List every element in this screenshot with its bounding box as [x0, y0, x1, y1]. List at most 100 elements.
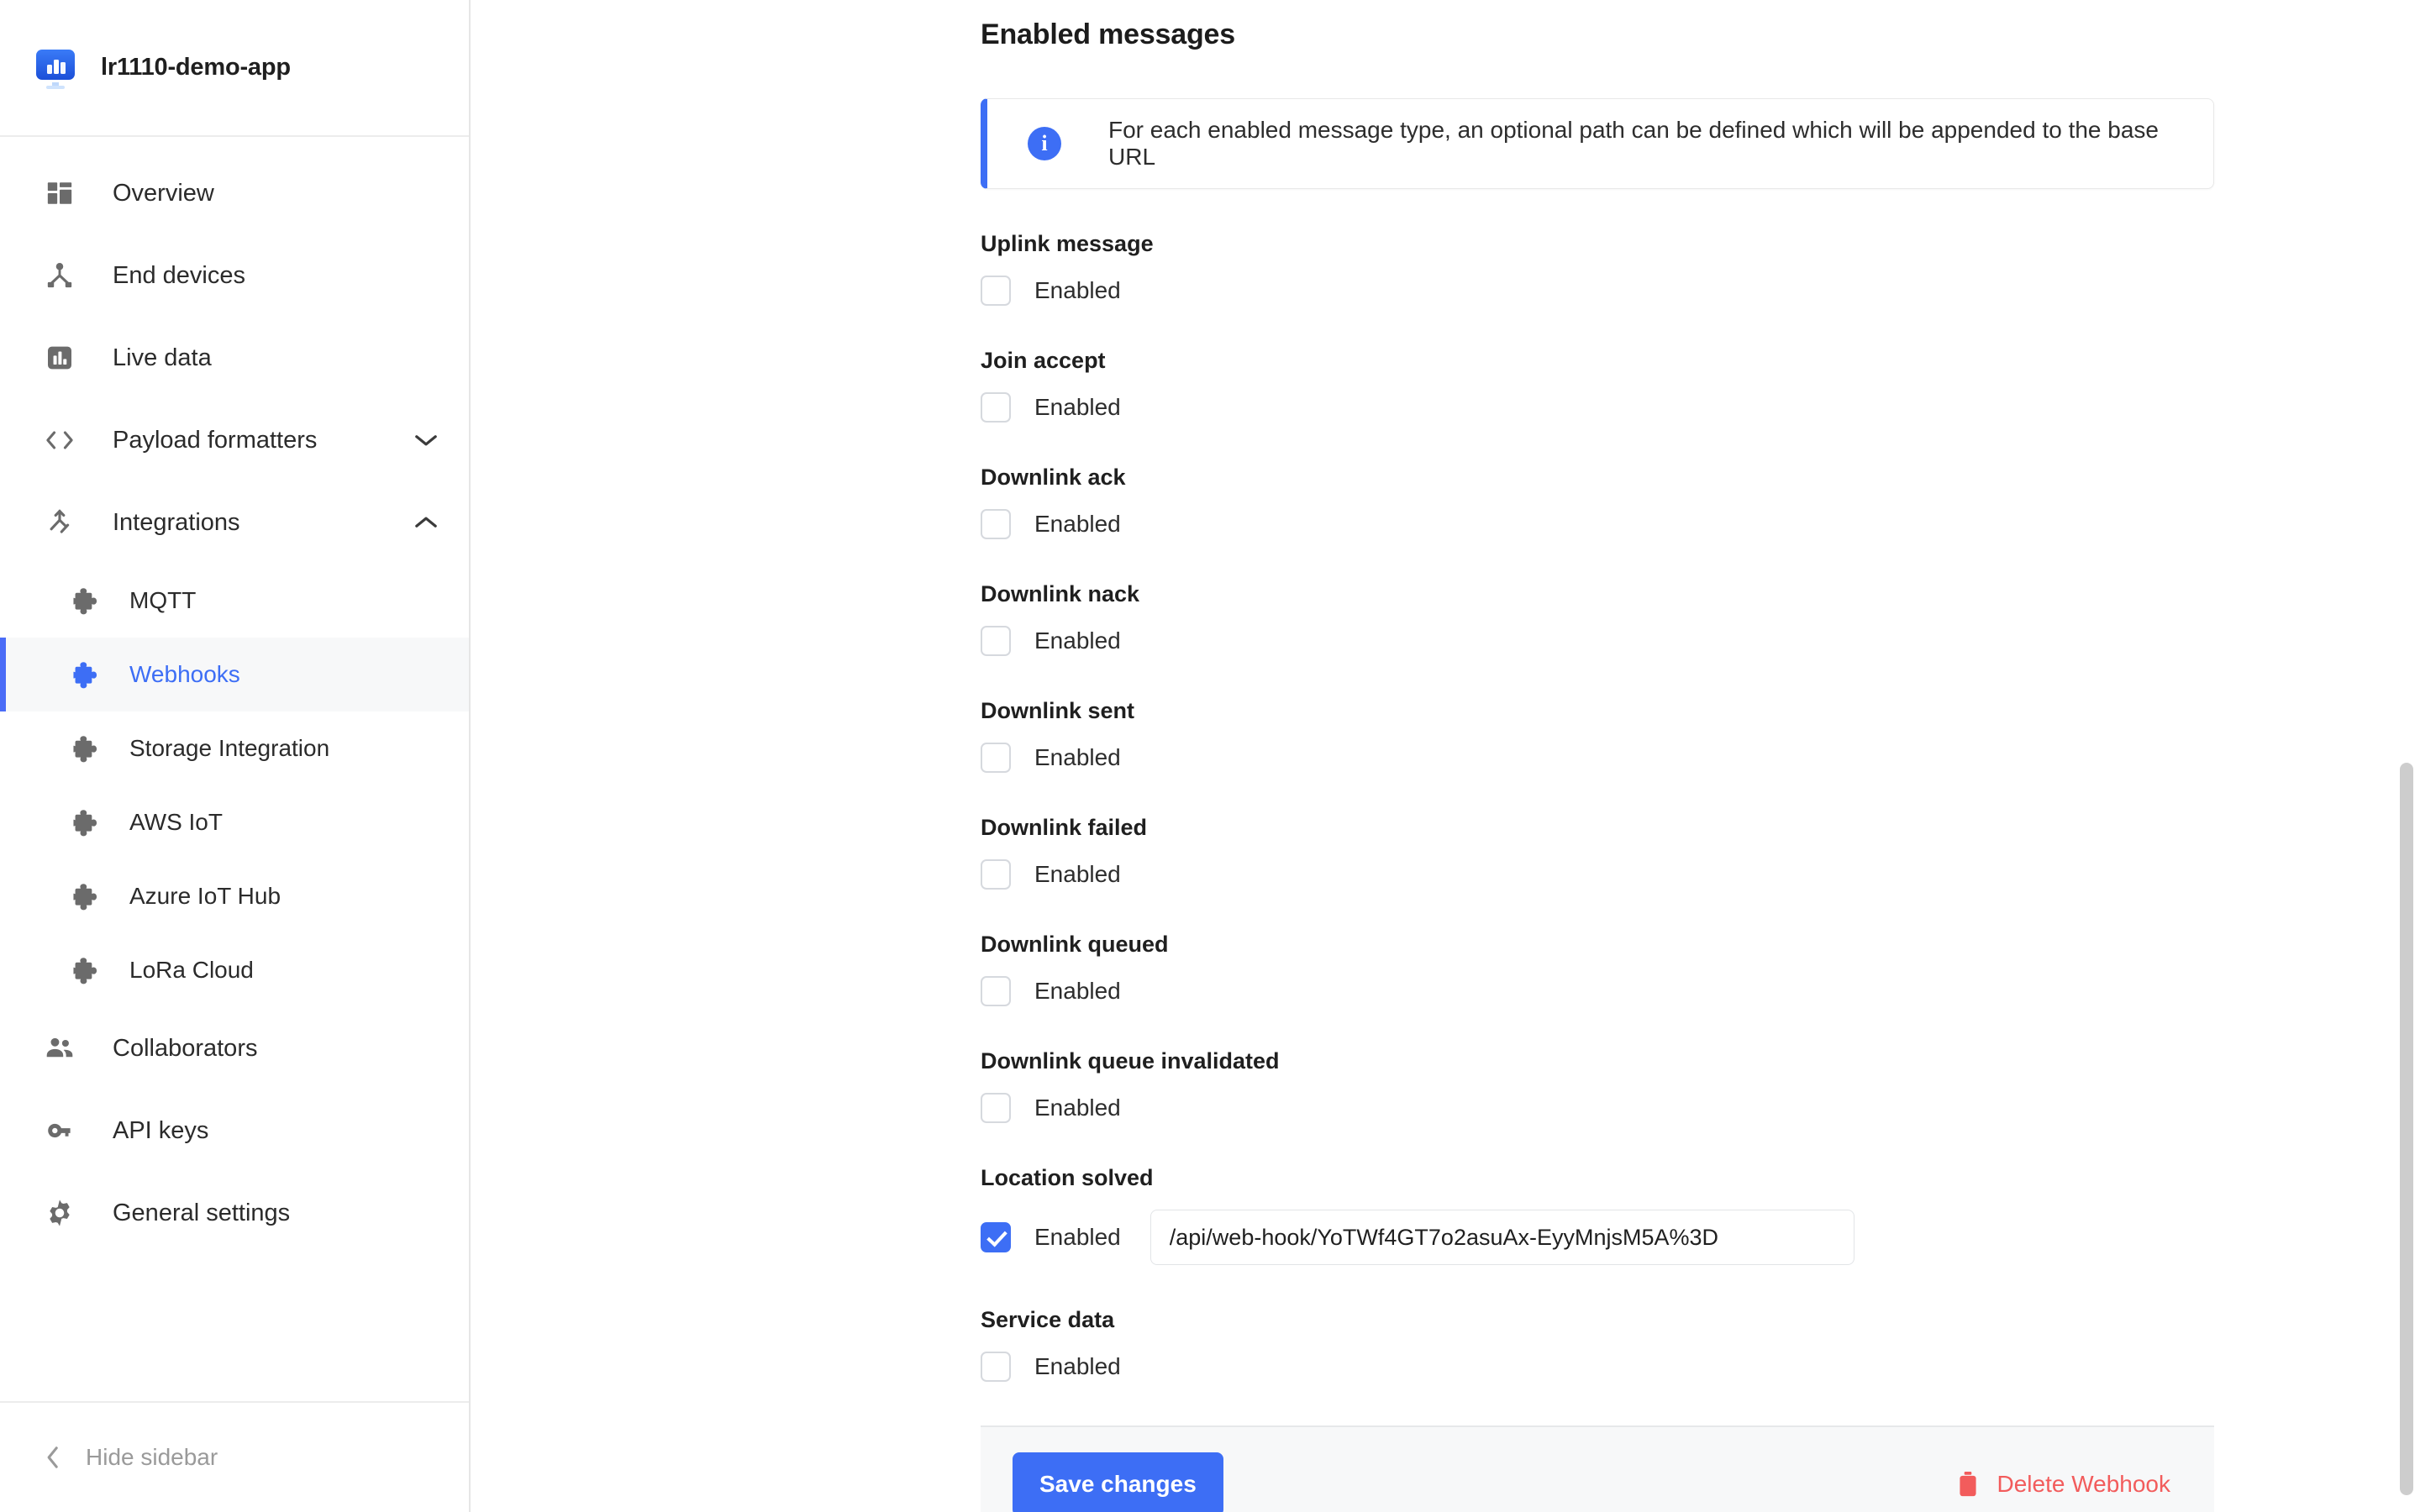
message-label: Downlink queued [981, 932, 1169, 957]
message-row: Enabled [981, 859, 2420, 890]
info-circle-icon: i [1028, 127, 1061, 160]
device-node-icon [42, 258, 77, 293]
sidebar-nav: Overview End devices Live data Payload f… [0, 137, 469, 1401]
enabled-label: Enabled [1034, 1224, 1121, 1250]
message-row: Enabled [981, 392, 2420, 423]
sidebar-subitem-webhooks[interactable]: Webhooks [0, 638, 469, 711]
sidebar-item-overview[interactable]: Overview [0, 152, 469, 234]
message-group-downlink-failed: Downlink failed Enabled [981, 815, 2420, 890]
message-row: Enabled [981, 626, 2420, 656]
enabled-label: Enabled [1034, 978, 1121, 1004]
enabled-label: Enabled [1034, 861, 1121, 887]
sidebar-item-live-data[interactable]: Live data [0, 317, 469, 399]
message-group-downlink-nack: Downlink nack Enabled [981, 581, 2420, 656]
sidebar-subitem-label: Storage Integration [129, 735, 330, 761]
message-label: Downlink sent [981, 698, 1135, 723]
message-row: Enabled [981, 509, 2420, 539]
monitor-chart-icon [34, 46, 77, 90]
message-row: Enabled [981, 743, 2420, 773]
message-row: Enabled [981, 276, 2420, 306]
enabled-checkbox[interactable] [981, 626, 1011, 656]
puzzle-icon [69, 953, 103, 987]
app-title: lr1110-demo-app [101, 54, 291, 81]
message-label: Downlink ack [981, 465, 1126, 490]
sidebar-item-integrations[interactable]: Integrations [0, 481, 469, 564]
sidebar-subitem-label: LoRa Cloud [129, 957, 254, 983]
message-label: Downlink queue invalidated [981, 1048, 1280, 1074]
enabled-checkbox[interactable] [981, 743, 1011, 773]
sidebar-header[interactable]: lr1110-demo-app [0, 0, 469, 137]
trash-icon [1957, 1472, 1979, 1497]
sidebar-item-label: Payload formatters [113, 426, 318, 454]
chevron-left-icon [42, 1446, 64, 1468]
sidebar-subitem-label: Azure IoT Hub [129, 883, 281, 909]
message-row: Enabled [981, 976, 2420, 1006]
message-group-uplink-message: Uplink message Enabled [981, 231, 2420, 306]
message-row: Enabled [981, 1210, 2420, 1265]
sidebar-item-collaborators[interactable]: Collaborators [0, 1007, 469, 1089]
message-group-downlink-queued: Downlink queued Enabled [981, 932, 2420, 1006]
enabled-checkbox[interactable] [981, 1352, 1011, 1382]
puzzle-icon [69, 732, 103, 765]
enabled-label: Enabled [1034, 394, 1121, 420]
chevron-up-icon[interactable] [413, 510, 439, 535]
message-group-downlink-ack: Downlink ack Enabled [981, 465, 2420, 539]
sidebar-subitem-azure-iot-hub[interactable]: Azure IoT Hub [0, 859, 469, 933]
enabled-checkbox[interactable] [981, 1222, 1011, 1252]
message-group-join-accept: Join accept Enabled [981, 348, 2420, 423]
sidebar-item-end-devices[interactable]: End devices [0, 234, 469, 317]
sidebar-subitem-storage-integration[interactable]: Storage Integration [0, 711, 469, 785]
form-footer: Save changes Delete Webhook [981, 1425, 2214, 1512]
message-group-downlink-sent: Downlink sent Enabled [981, 698, 2420, 773]
sidebar-item-label: Collaborators [113, 1034, 258, 1062]
message-row: Enabled [981, 1093, 2420, 1123]
enabled-label: Enabled [1034, 277, 1121, 303]
puzzle-icon [69, 658, 103, 691]
sidebar-item-label: Overview [113, 179, 214, 207]
path-input[interactable] [1150, 1210, 1854, 1265]
main-inner: Enabled messages i For each enabled mess… [471, 18, 2420, 1512]
enabled-label: Enabled [1034, 744, 1121, 770]
sidebar-subitem-mqtt[interactable]: MQTT [0, 564, 469, 638]
bar-chart-icon [42, 340, 77, 375]
sidebar-item-general-settings[interactable]: General settings [0, 1172, 469, 1254]
message-group-location-solved: Location solved Enabled [981, 1165, 2420, 1265]
sidebar-item-api-keys[interactable]: API keys [0, 1089, 469, 1172]
message-label: Service data [981, 1307, 1115, 1332]
chevron-down-icon[interactable] [413, 428, 439, 453]
enabled-label: Enabled [1034, 511, 1121, 537]
message-group-service-data: Service data Enabled [981, 1307, 2420, 1382]
enabled-label: Enabled [1034, 1353, 1121, 1379]
message-label: Downlink failed [981, 815, 1148, 840]
sidebar-subitem-aws-iot[interactable]: AWS IoT [0, 785, 469, 859]
message-row: Enabled [981, 1352, 2420, 1382]
sidebar-item-label: Live data [113, 344, 212, 371]
delete-webhook-label: Delete Webhook [1996, 1471, 2171, 1497]
sidebar-item-label: Integrations [113, 508, 240, 536]
sidebar-subitem-lora-cloud[interactable]: LoRa Cloud [0, 933, 469, 1007]
enabled-checkbox[interactable] [981, 392, 1011, 423]
enabled-checkbox[interactable] [981, 976, 1011, 1006]
message-group-downlink-queue-invalidated: Downlink queue invalidated Enabled [981, 1048, 2420, 1123]
sidebar-item-payload-formatters[interactable]: Payload formatters [0, 399, 469, 481]
sidebar-subitem-label: AWS IoT [129, 809, 223, 835]
enabled-checkbox[interactable] [981, 276, 1011, 306]
hide-sidebar-button[interactable]: Hide sidebar [0, 1401, 469, 1512]
message-label: Uplink message [981, 231, 1154, 256]
message-label: Join accept [981, 348, 1106, 373]
enabled-checkbox[interactable] [981, 1093, 1011, 1123]
people-icon [42, 1031, 77, 1066]
save-changes-button[interactable]: Save changes [1013, 1452, 1223, 1512]
vertical-scrollbar[interactable] [2398, 0, 2415, 1512]
main-content: Enabled messages i For each enabled mess… [471, 0, 2420, 1512]
enabled-checkbox[interactable] [981, 509, 1011, 539]
enabled-checkbox[interactable] [981, 859, 1011, 890]
delete-webhook-button[interactable]: Delete Webhook [1957, 1471, 2171, 1498]
puzzle-icon [69, 879, 103, 913]
sidebar-item-label: End devices [113, 261, 245, 289]
sidebar-item-label: General settings [113, 1199, 291, 1226]
sidebar-subitem-label: MQTT [129, 587, 197, 613]
scrollbar-thumb[interactable] [2400, 763, 2413, 1495]
dashboard-grid-icon [42, 176, 77, 211]
enabled-label: Enabled [1034, 1095, 1121, 1121]
